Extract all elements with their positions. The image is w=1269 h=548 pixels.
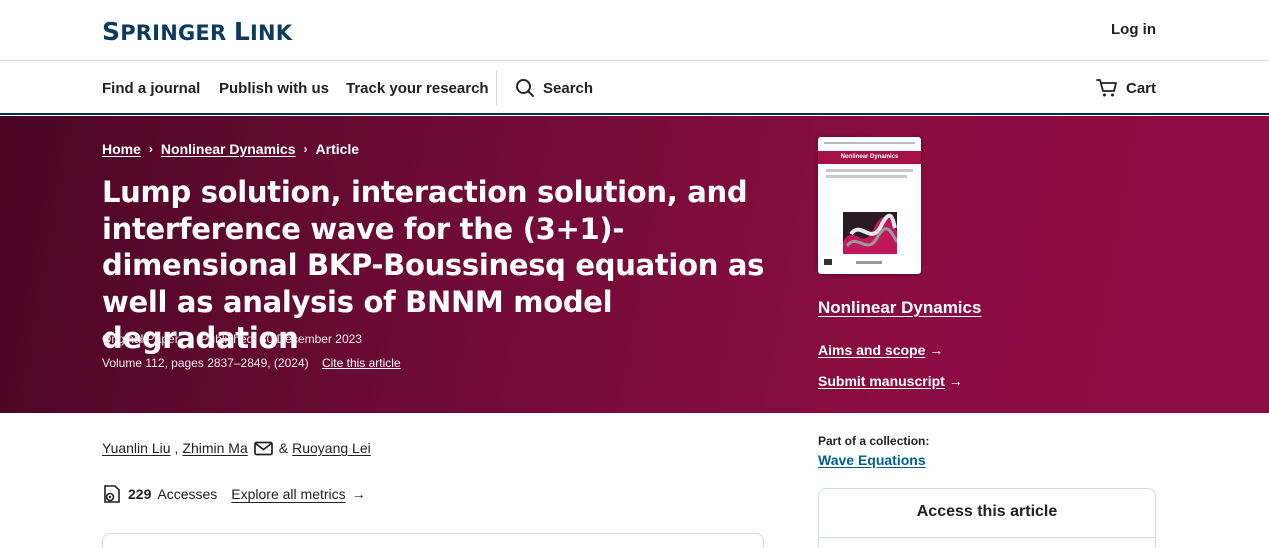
meta-divider: | — [188, 332, 192, 346]
arrow-right-icon: → — [929, 342, 944, 358]
article-metrics: 229 Accesses Explore all metrics → — [102, 484, 366, 504]
article-volume-line: Volume 112, pages 2837–2849, (2024) Cite… — [102, 356, 401, 370]
arrow-right-icon: → — [351, 486, 366, 502]
aims-scope-label: Aims and scope — [818, 342, 926, 358]
breadcrumb-current: Article — [315, 141, 360, 157]
access-article-title: Access this article — [916, 503, 1058, 520]
cover-artwork — [843, 212, 897, 254]
nav-publish[interactable]: Publish with us — [219, 80, 329, 97]
submit-manuscript-label: Submit manuscript — [818, 373, 945, 389]
login-link[interactable]: Log in — [1111, 21, 1156, 38]
nav-find-journal[interactable]: Find a journal — [102, 80, 200, 97]
breadcrumb-home[interactable]: Home — [102, 141, 141, 157]
cite-article-link[interactable]: Cite this article — [322, 356, 401, 370]
cart-button[interactable]: Cart — [1096, 78, 1156, 98]
collection-link[interactable]: Wave Equations — [818, 452, 926, 468]
article-type: Original Paper — [102, 332, 179, 346]
cover-subtitle-line — [826, 169, 913, 172]
breadcrumb-separator: › — [148, 142, 153, 156]
accesses-count: 229 — [128, 486, 152, 502]
nav-track-research[interactable]: Track your research — [346, 80, 489, 97]
search-icon — [516, 79, 534, 97]
search-label: Search — [543, 79, 594, 97]
arrow-right-icon: → — [948, 373, 963, 389]
content-box — [102, 533, 764, 548]
explore-metrics-link[interactable]: Explore all metrics — [231, 486, 345, 502]
aims-scope-link[interactable]: Aims and scope → — [818, 342, 943, 358]
journal-cover-image[interactable]: Nonlinear Dynamics — [818, 137, 921, 274]
author-link[interactable]: Yuanlin Liu — [102, 440, 171, 456]
cover-badge — [824, 259, 832, 265]
article-title: Lump solution, interaction solution, and… — [102, 175, 765, 355]
volume-info: Volume 112, pages 2837–2849, (2024) — [102, 356, 309, 370]
collection-label: Part of a collection: — [818, 434, 930, 448]
search-button[interactable]: Search — [515, 78, 593, 98]
cart-icon — [1096, 79, 1117, 97]
breadcrumb-separator: › — [303, 142, 308, 156]
access-article-box: Access this article — [818, 488, 1156, 548]
breadcrumb-journal[interactable]: Nonlinear Dynamics — [161, 141, 296, 157]
submit-manuscript-link[interactable]: Submit manuscript → — [818, 373, 963, 389]
access-divider — [819, 537, 1155, 538]
cover-topline — [824, 142, 915, 144]
top-bar: SPRINGER LINK Log in — [0, 0, 1269, 61]
springer-link-logo[interactable]: SPRINGER LINK — [102, 17, 292, 46]
article-meta: Original Paper | Published: 30 December … — [102, 332, 362, 346]
author-separator: & — [278, 440, 289, 456]
journal-link[interactable]: Nonlinear Dynamics — [818, 298, 981, 318]
main-nav: Find a journal Publish with us Track you… — [0, 61, 1269, 115]
cover-subtitle-line — [826, 175, 907, 178]
accesses-label: Accesses — [157, 486, 218, 502]
author-link[interactable]: Zhimin Ma — [182, 440, 247, 456]
published-date: Published: 30 December 2023 — [200, 332, 362, 346]
accesses-icon — [104, 485, 120, 503]
author-separator: , — [174, 440, 179, 456]
author-list: Yuanlin Liu, Zhimin Ma & Ruoyang Lei — [102, 440, 371, 456]
cover-publisher-mark — [856, 261, 882, 264]
cover-band: Nonlinear Dynamics — [818, 151, 921, 164]
mail-icon[interactable] — [253, 441, 273, 456]
article-hero: Home › Nonlinear Dynamics › Article Lump… — [0, 116, 1269, 413]
cart-label: Cart — [1125, 79, 1156, 97]
nav-divider — [496, 71, 497, 105]
author-link[interactable]: Ruoyang Lei — [292, 440, 371, 456]
breadcrumb: Home › Nonlinear Dynamics › Article — [102, 141, 359, 157]
